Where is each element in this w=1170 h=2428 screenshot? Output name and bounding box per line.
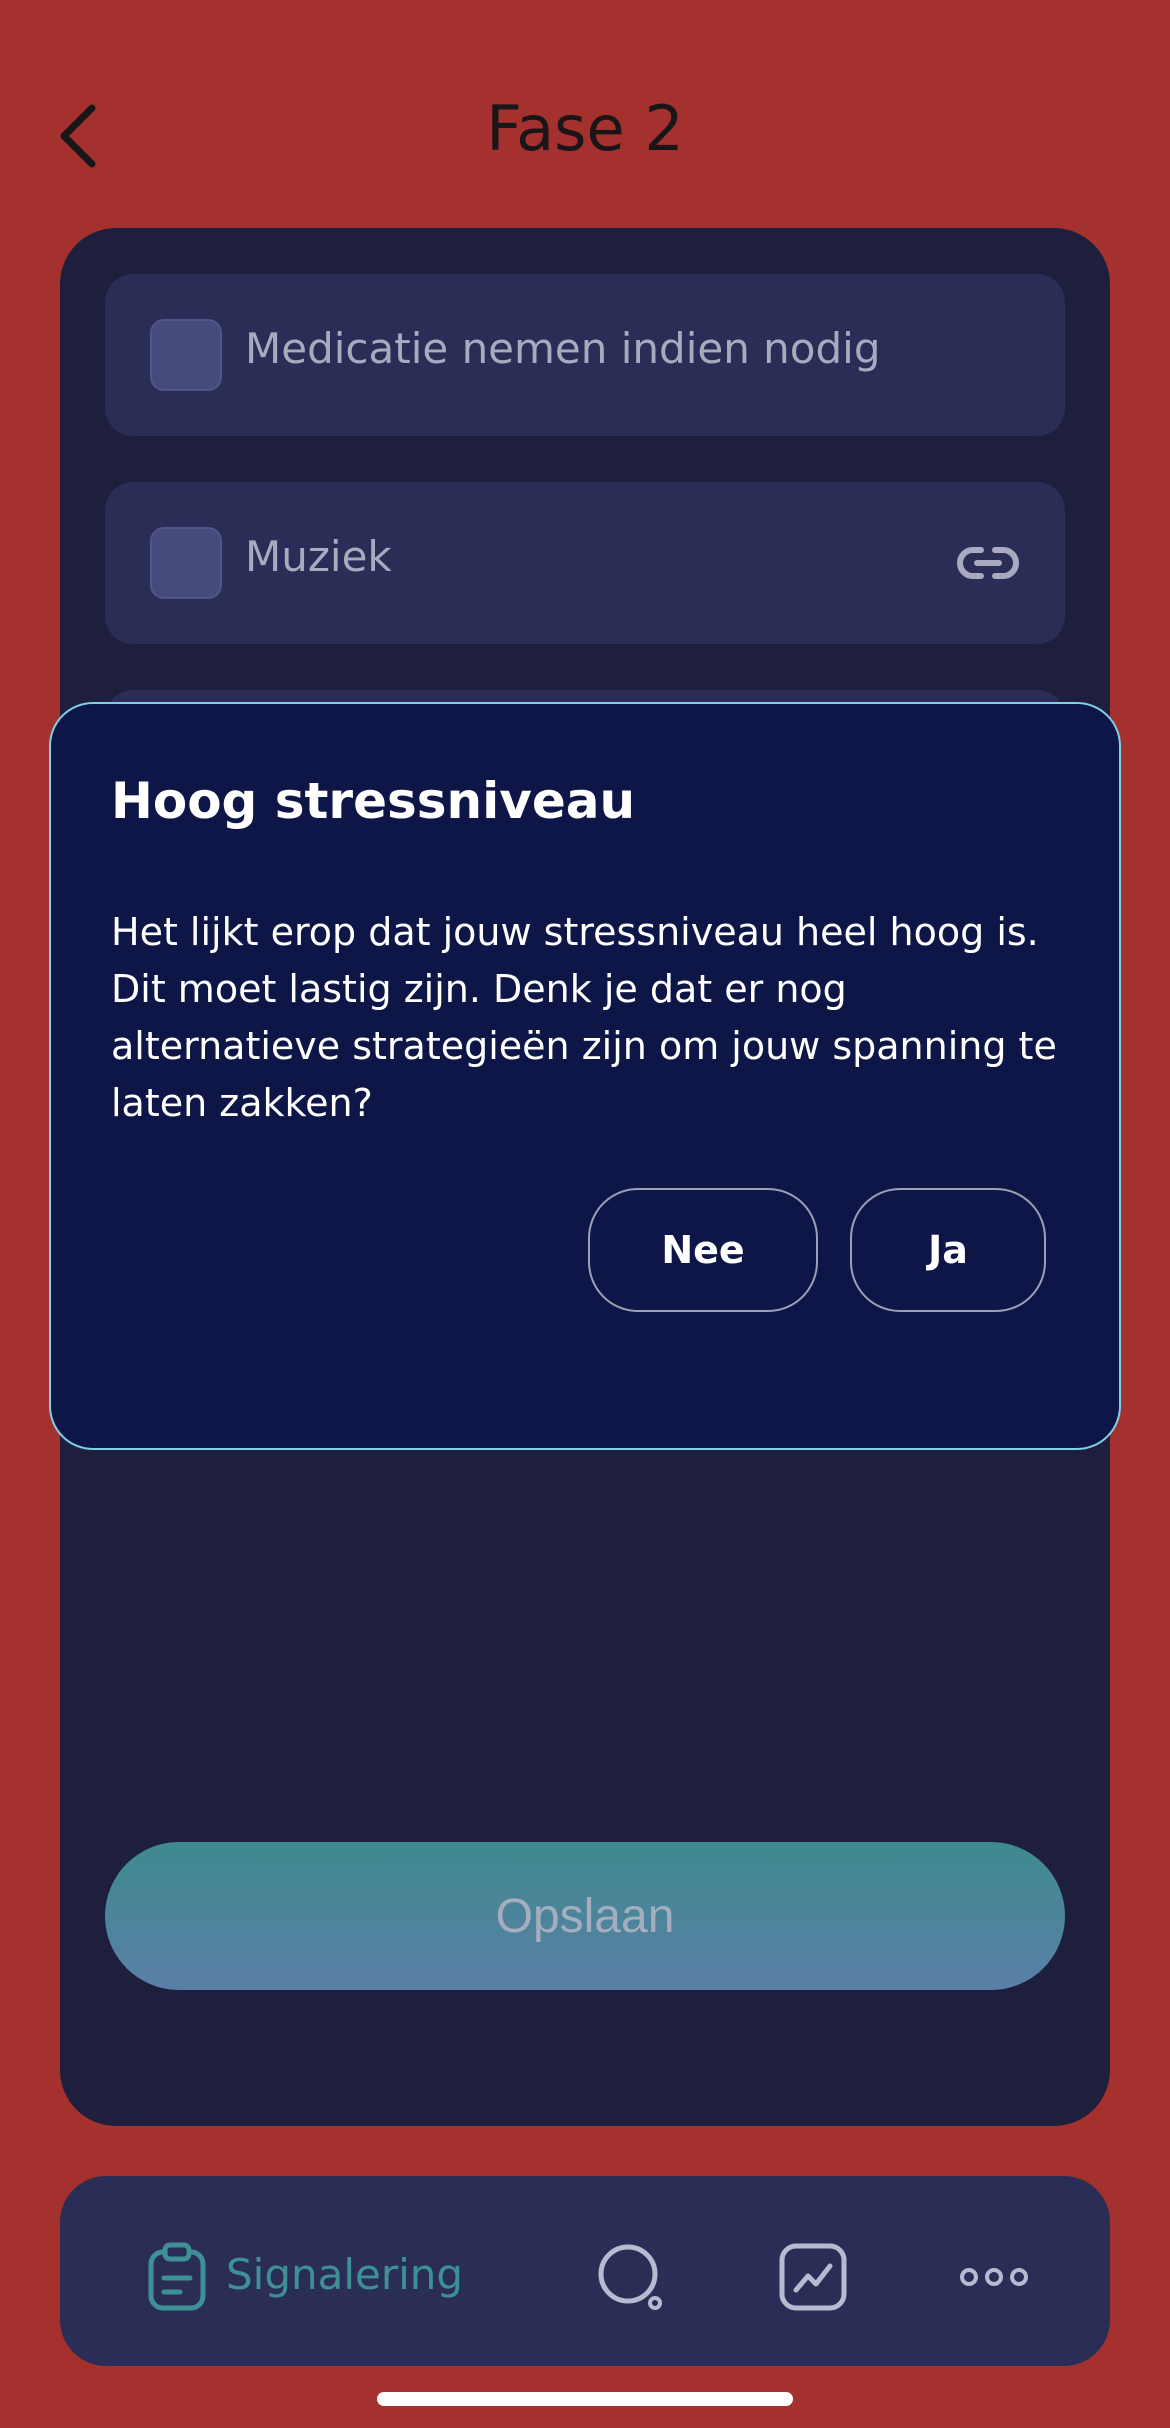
more-icon bbox=[960, 2268, 1028, 2286]
dialog-message: Het lijkt erop dat jouw stressniveau hee… bbox=[111, 910, 1057, 1125]
tab-more[interactable] bbox=[959, 2242, 1029, 2312]
home-indicator bbox=[377, 2392, 793, 2406]
checkbox[interactable] bbox=[150, 319, 222, 391]
link-icon bbox=[957, 547, 1019, 579]
tab-search[interactable] bbox=[596, 2242, 666, 2312]
checklist-item[interactable]: Medicatie nemen indien nodig bbox=[105, 274, 1065, 436]
chart-icon bbox=[779, 2243, 847, 2311]
checkbox[interactable] bbox=[150, 527, 222, 599]
link-button[interactable] bbox=[955, 534, 1021, 592]
checklist-item-label: Muziek bbox=[245, 532, 392, 581]
tab-chart[interactable] bbox=[778, 2242, 848, 2312]
clipboard-icon bbox=[148, 2242, 206, 2311]
tab-bar: Signalering bbox=[60, 2176, 1110, 2366]
page-title: Fase 2 bbox=[486, 92, 684, 165]
dialog-title: Hoog stressniveau bbox=[111, 772, 636, 830]
checklist-item-label: Medicatie nemen indien nodig bbox=[245, 324, 881, 373]
save-button[interactable]: Opslaan bbox=[105, 1842, 1065, 1990]
tab-signalering-label: Signalering bbox=[226, 2250, 464, 2299]
header: Fase 2 bbox=[0, 80, 1170, 190]
checklist-item[interactable]: Muziek bbox=[105, 482, 1065, 644]
yes-button[interactable]: Ja bbox=[850, 1188, 1046, 1312]
stress-dialog: Hoog stressniveau Het lijkt erop dat jou… bbox=[49, 702, 1121, 1450]
no-button[interactable]: Nee bbox=[588, 1188, 818, 1312]
search-icon bbox=[598, 2244, 662, 2310]
